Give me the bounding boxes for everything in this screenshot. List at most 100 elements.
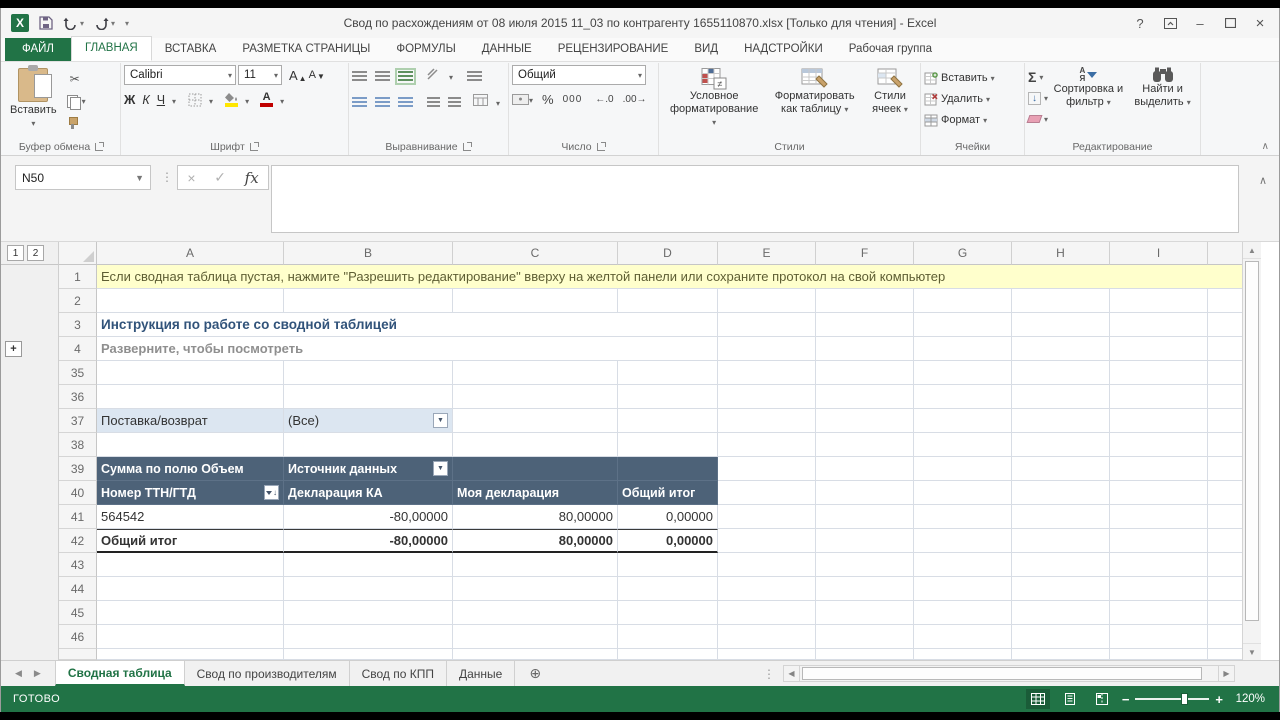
- cell-F45[interactable]: [816, 601, 914, 625]
- cell-A43[interactable]: [97, 553, 284, 577]
- cell-B37[interactable]: (Все)▼: [284, 409, 453, 433]
- cell-E41[interactable]: [718, 505, 816, 529]
- cell-E36[interactable]: [718, 385, 816, 409]
- cell-C42[interactable]: 80,00000: [453, 529, 618, 553]
- cell-F3[interactable]: [816, 313, 914, 337]
- increase-indent-icon[interactable]: [448, 97, 461, 108]
- collapse-ribbon-button[interactable]: ∧: [1262, 141, 1269, 152]
- cell-D2[interactable]: [618, 289, 718, 313]
- ribbon-tab-данные[interactable]: ДАННЫЕ: [469, 38, 545, 61]
- cell-D40[interactable]: Общий итог: [618, 481, 718, 505]
- cell-X42[interactable]: [1208, 529, 1244, 553]
- cell-A3[interactable]: Инструкция по работе со сводной таблицей: [97, 313, 718, 337]
- sort-filter-icon[interactable]: ↓: [264, 485, 279, 500]
- sheet-nav-right-icon[interactable]: ▶: [34, 668, 41, 679]
- cell-I3[interactable]: [1110, 313, 1208, 337]
- cell-B2[interactable]: [284, 289, 453, 313]
- cell-A41[interactable]: 564542: [97, 505, 284, 529]
- cell-H46[interactable]: [1012, 625, 1110, 649]
- wrap-text-icon[interactable]: [467, 71, 482, 82]
- font-name-combo[interactable]: Calibri: [124, 65, 236, 85]
- cell-H35[interactable]: [1012, 361, 1110, 385]
- outline-level-1-button[interactable]: 1: [7, 245, 24, 261]
- vertical-scrollbar[interactable]: ▲ ▼: [1242, 242, 1261, 660]
- cell-I40[interactable]: [1110, 481, 1208, 505]
- find-select-button[interactable]: Найти и выделить: [1128, 65, 1197, 138]
- underline-button[interactable]: Ч: [157, 93, 165, 107]
- scroll-up-icon[interactable]: ▲: [1243, 242, 1261, 259]
- cell-F2[interactable]: [816, 289, 914, 313]
- accounting-format-button[interactable]: ●: [512, 94, 533, 106]
- cell-B45[interactable]: [284, 601, 453, 625]
- zoom-out-icon[interactable]: −: [1122, 693, 1130, 706]
- cell-C2[interactable]: [453, 289, 618, 313]
- cell-F39[interactable]: [816, 457, 914, 481]
- cell-X41[interactable]: [1208, 505, 1244, 529]
- cell-I37[interactable]: [1110, 409, 1208, 433]
- ribbon-tab-формулы[interactable]: ФОРМУЛЫ: [383, 38, 468, 61]
- cell-I42[interactable]: [1110, 529, 1208, 553]
- font-color-button[interactable]: А: [260, 93, 273, 107]
- cell-C45[interactable]: [453, 601, 618, 625]
- row-header-38[interactable]: 38: [59, 433, 97, 457]
- cell-A40[interactable]: Номер ТТН/ГТД↓: [97, 481, 284, 505]
- cell-F35[interactable]: [816, 361, 914, 385]
- cell-H40[interactable]: [1012, 481, 1110, 505]
- maximize-button[interactable]: [1217, 12, 1243, 34]
- ribbon-tab-разметка-страницы[interactable]: РАЗМЕТКА СТРАНИЦЫ: [229, 38, 383, 61]
- shrink-font-button[interactable]: A▼: [309, 69, 325, 81]
- help-button[interactable]: ?: [1127, 12, 1153, 34]
- column-header-A[interactable]: A: [97, 242, 284, 265]
- zoom-in-icon[interactable]: +: [1215, 693, 1223, 706]
- cancel-entry-icon[interactable]: ×: [187, 170, 195, 186]
- cell-I36[interactable]: [1110, 385, 1208, 409]
- cell-G42[interactable]: [914, 529, 1012, 553]
- row-header-35[interactable]: 35: [59, 361, 97, 385]
- cell-I4[interactable]: [1110, 337, 1208, 361]
- cell-C40[interactable]: Моя декларация: [453, 481, 618, 505]
- format-cells-button[interactable]: Формат: [924, 112, 995, 128]
- page-break-view-button[interactable]: [1090, 689, 1114, 709]
- row-header-42[interactable]: 42: [59, 529, 97, 553]
- ribbon-tab-файл[interactable]: ФАЙЛ: [5, 38, 71, 61]
- cell-A46[interactable]: [97, 625, 284, 649]
- grow-font-button[interactable]: A▲: [289, 68, 307, 83]
- cell-D38[interactable]: [618, 433, 718, 457]
- align-top-icon[interactable]: [352, 71, 367, 82]
- cell-A37[interactable]: Поставка/возврат: [97, 409, 284, 433]
- column-header-partial[interactable]: [1208, 242, 1244, 265]
- cell-D44[interactable]: [618, 577, 718, 601]
- cell-D42[interactable]: 0,00000: [618, 529, 718, 553]
- align-left-icon[interactable]: [352, 97, 367, 108]
- decrease-indent-icon[interactable]: [427, 97, 440, 108]
- cell-G3[interactable]: [914, 313, 1012, 337]
- cell-X39[interactable]: [1208, 457, 1244, 481]
- align-right-icon[interactable]: [398, 97, 413, 108]
- format-painter-button[interactable]: [67, 115, 86, 131]
- cell-I39[interactable]: [1110, 457, 1208, 481]
- cell-C36[interactable]: [453, 385, 618, 409]
- cell-X36[interactable]: [1208, 385, 1244, 409]
- cell-C37[interactable]: [453, 409, 618, 433]
- paste-button[interactable]: Вставить: [6, 65, 61, 138]
- decrease-decimal-button[interactable]: .00→: [623, 94, 647, 105]
- column-header-E[interactable]: E: [718, 242, 816, 265]
- cell-G37[interactable]: [914, 409, 1012, 433]
- cell-H42[interactable]: [1012, 529, 1110, 553]
- cell-A38[interactable]: [97, 433, 284, 457]
- fill-button[interactable]: ↓: [1028, 90, 1048, 106]
- row-header-4[interactable]: 4: [59, 337, 97, 361]
- italic-button[interactable]: К: [142, 93, 149, 107]
- font-size-combo[interactable]: 11: [238, 65, 282, 85]
- cell-G44[interactable]: [914, 577, 1012, 601]
- cell-G38[interactable]: [914, 433, 1012, 457]
- column-header-G[interactable]: G: [914, 242, 1012, 265]
- cell-E42[interactable]: [718, 529, 816, 553]
- cell-G35[interactable]: [914, 361, 1012, 385]
- cell-A44[interactable]: [97, 577, 284, 601]
- collapse-formula-bar-button[interactable]: ∧: [1259, 174, 1267, 187]
- cell-H4[interactable]: [1012, 337, 1110, 361]
- cell-D45[interactable]: [618, 601, 718, 625]
- cell-H37[interactable]: [1012, 409, 1110, 433]
- horizontal-scrollbar[interactable]: ◀ ▶: [783, 661, 1235, 686]
